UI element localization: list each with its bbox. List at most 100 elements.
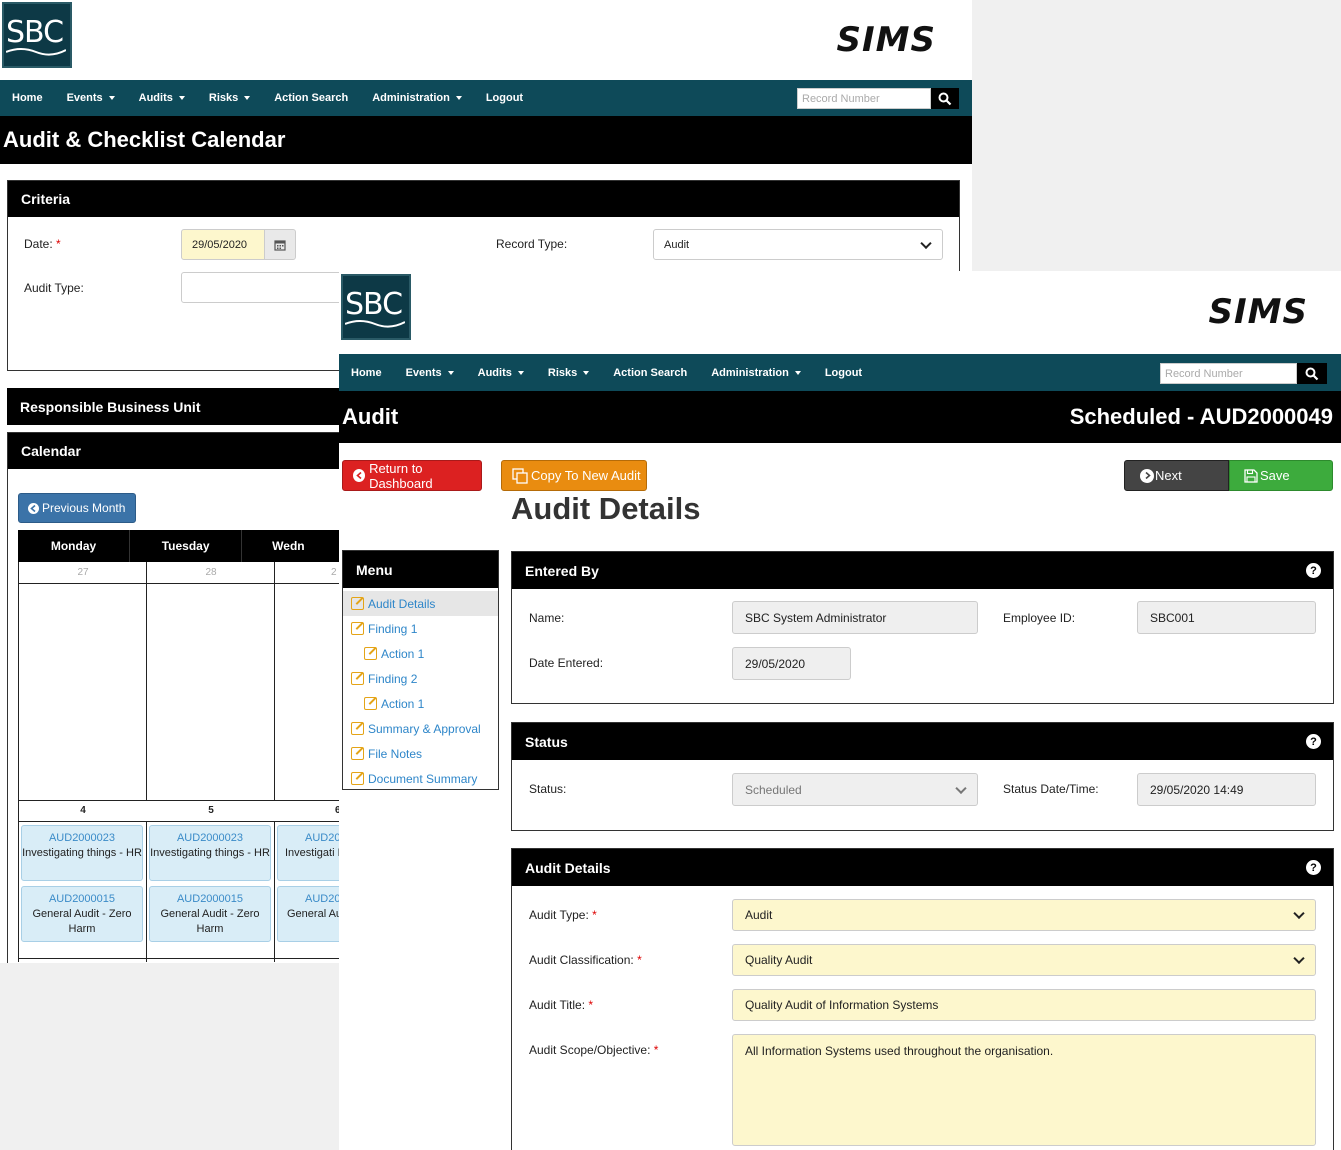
record-number-input[interactable] — [797, 88, 931, 109]
sbc-logo[interactable]: SBC — [2, 2, 72, 68]
nav-logout[interactable]: Logout — [486, 92, 523, 104]
copy-label: Copy To New Audit — [531, 468, 641, 483]
logo-text: SBC — [345, 287, 403, 322]
audit-type-label: Audit Type: — [24, 281, 84, 295]
employee-id-field: SBC001 — [1137, 601, 1316, 634]
required-marker: * — [56, 237, 61, 251]
sbc-logo[interactable]: SBC — [341, 274, 411, 340]
save-label: Save — [1260, 468, 1290, 483]
record-type-value: Audit — [664, 238, 690, 251]
help-icon[interactable]: ? — [1306, 563, 1321, 578]
nav-events[interactable]: Events — [67, 92, 115, 104]
date-input[interactable]: 29/05/2020 — [181, 229, 265, 260]
calendar-grid: Monday Tuesday Wedn 27 28 2 4 5 6 AUD200… — [18, 530, 403, 962]
logo-text: SBC — [6, 15, 64, 50]
audit-title-input[interactable]: Quality Audit of Information Systems — [732, 989, 1316, 1021]
audit-classification-label-text: Audit Classification: — [529, 953, 634, 967]
menu-item-file-notes[interactable]: File Notes — [343, 741, 498, 766]
calendar-event[interactable]: AUD2000023 Investigating things - HR — [21, 825, 143, 881]
chevron-down-icon — [1293, 907, 1305, 920]
edit-icon — [351, 597, 364, 610]
help-icon[interactable]: ? — [1306, 860, 1321, 875]
menu-item-finding-2-action-1[interactable]: Action 1 — [343, 691, 498, 716]
nav-home[interactable]: Home — [12, 92, 43, 104]
calendar-event[interactable]: AUD2000015 General Audit - Zero Harm — [149, 886, 271, 942]
menu-item-document-summary[interactable]: Document Summary — [343, 766, 498, 791]
search-button[interactable] — [931, 88, 959, 109]
previous-month-button[interactable]: Previous Month — [18, 493, 136, 523]
nav-home[interactable]: Home — [351, 367, 382, 379]
next-button[interactable]: Next — [1124, 460, 1229, 491]
chevron-down-icon — [1293, 952, 1305, 965]
nav-administration[interactable]: Administration — [372, 92, 462, 104]
audit-type-select[interactable]: Audit — [732, 899, 1316, 931]
menu-item-label: Summary & Approval — [368, 721, 481, 736]
save-icon — [1244, 468, 1258, 483]
previous-month-label: Previous Month — [42, 501, 126, 515]
edit-icon — [364, 697, 377, 710]
audit-type-label-text: Audit Type: — [529, 908, 589, 922]
page-title-bar: Audit & Checklist Calendar — [0, 116, 972, 164]
next-label: Next — [1155, 468, 1182, 483]
calendar-event[interactable]: AUD2000023 Investigating things - HR — [149, 825, 271, 881]
search-icon — [1305, 367, 1319, 380]
nav-audits[interactable]: Audits — [478, 367, 524, 379]
nav-events[interactable]: Events — [406, 367, 454, 379]
edit-icon — [351, 622, 364, 635]
audit-details-heading: Audit Details — [525, 859, 611, 876]
calendar-icon — [274, 239, 286, 251]
menu-item-finding-1-action-1[interactable]: Action 1 — [343, 641, 498, 666]
record-search — [1160, 363, 1327, 384]
nav-action-search[interactable]: Action Search — [274, 92, 348, 104]
arrow-left-circle-icon — [353, 469, 366, 482]
audit-classification-select[interactable]: Quality Audit — [732, 944, 1316, 976]
status-datetime-label: Status Date/Time: — [1003, 782, 1099, 796]
menu-list: Audit Details Finding 1 Action 1 Finding… — [343, 588, 498, 791]
return-to-dashboard-button[interactable]: Return to Dashboard — [342, 460, 482, 491]
nav-risks[interactable]: Risks — [547, 366, 590, 379]
save-button[interactable]: Save — [1229, 460, 1333, 491]
caret-down-icon — [583, 370, 590, 375]
name-label: Name: — [529, 611, 565, 625]
nav-logout[interactable]: Logout — [825, 367, 862, 379]
event-title: Investigating things - HR — [22, 847, 142, 859]
menu-item-finding-1[interactable]: Finding 1 — [343, 616, 498, 641]
date-5: 5 — [208, 805, 214, 816]
menu-item-finding-2[interactable]: Finding 2 — [343, 666, 498, 691]
menu-item-label: Finding 1 — [368, 621, 418, 636]
calendar-event[interactable]: AUD2000015 General Audit - Zero Harm — [21, 886, 143, 942]
logo-wave-icon — [345, 320, 405, 328]
audit-window: SBC SIMS Home Events Audits Risks Action… — [339, 271, 1341, 1150]
nav-risks[interactable]: Risks — [209, 92, 251, 104]
page-heading: Audit Details — [511, 491, 701, 526]
nav-action-search[interactable]: Action Search — [613, 367, 687, 379]
date-entered-field: 29/05/2020 — [732, 647, 851, 680]
required-marker: * — [592, 908, 597, 922]
audit-title-label-text: Audit Title: — [529, 998, 586, 1012]
status-select: Scheduled — [732, 773, 978, 806]
edit-icon — [351, 747, 364, 760]
search-button[interactable] — [1297, 363, 1327, 384]
date-4: 4 — [80, 805, 86, 816]
record-number-input[interactable] — [1160, 363, 1297, 384]
nav-risks-label: Risks — [547, 366, 578, 379]
main-navbar: Home Events Audits Risks Action Search A… — [0, 80, 972, 116]
nav-administration-label: Administration — [372, 92, 450, 104]
copy-to-new-audit-button[interactable]: Copy To New Audit — [501, 460, 647, 491]
nav-administration[interactable]: Administration — [711, 367, 801, 379]
date-label-text: Date: — [24, 237, 53, 251]
audit-type-value: Audit — [745, 908, 773, 922]
menu-item-audit-details[interactable]: Audit Details — [343, 591, 498, 616]
event-title: Investigati H — [285, 847, 346, 859]
nav-audits[interactable]: Audits — [139, 92, 185, 104]
help-icon[interactable]: ? — [1306, 734, 1321, 749]
audit-type-label: Audit Type: * — [529, 908, 597, 922]
calendar-picker-button[interactable] — [264, 229, 296, 260]
event-id: AUD2000023 — [176, 832, 244, 844]
entered-by-panel: Entered By? Name: SBC System Administrat… — [511, 551, 1334, 704]
menu-item-summary-approval[interactable]: Summary & Approval — [343, 716, 498, 741]
employee-id-label: Employee ID: — [1003, 611, 1076, 625]
record-type-select[interactable]: Audit — [653, 229, 943, 260]
audit-scope-textarea[interactable]: All Information Systems used throughout … — [732, 1034, 1316, 1146]
status-value: Scheduled — [745, 782, 802, 797]
